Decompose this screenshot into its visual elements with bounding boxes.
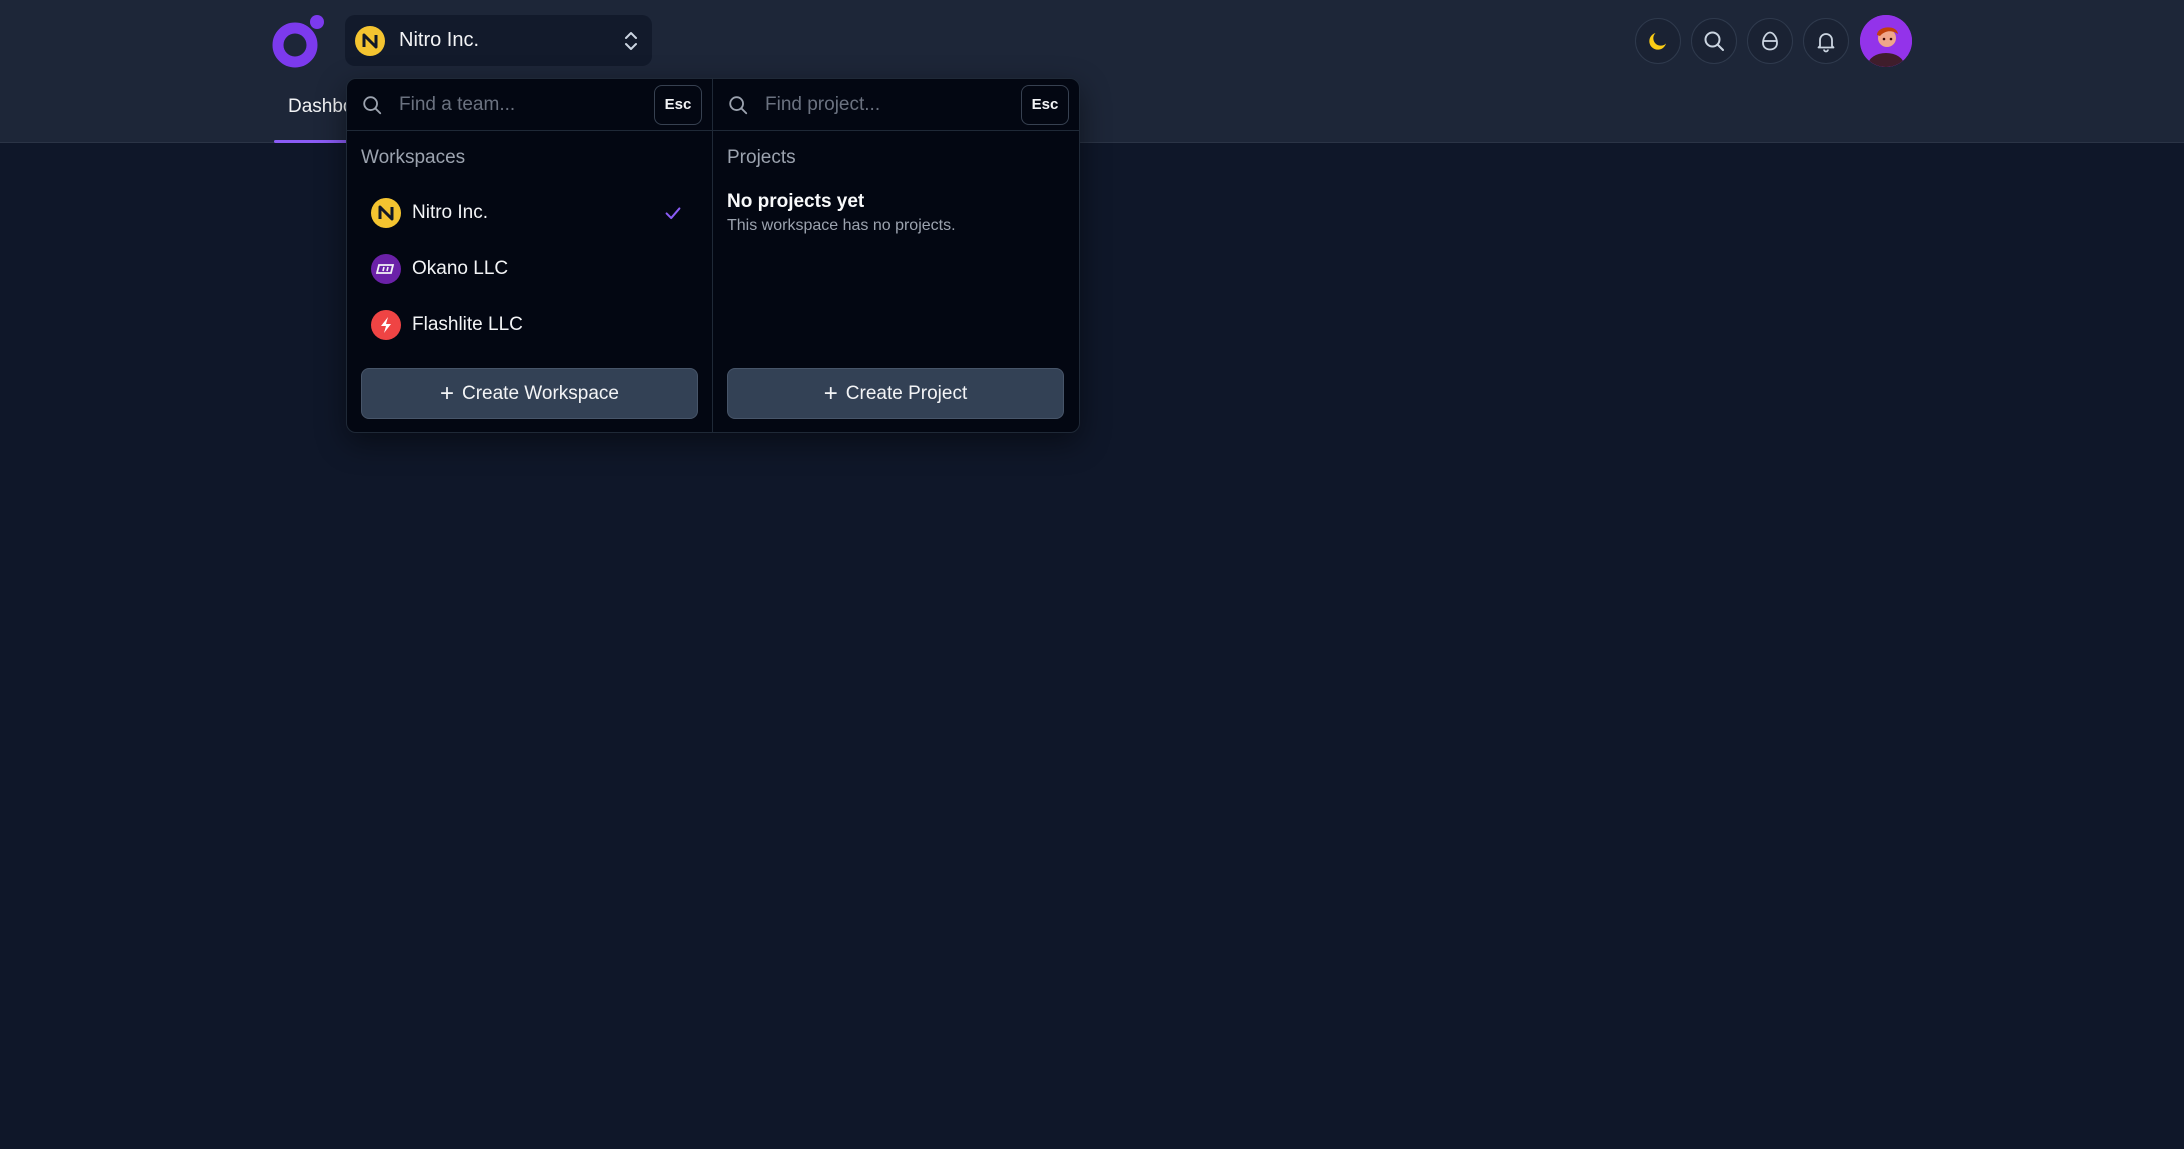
workspace-item-label: Flashlite LLC [412,314,523,335]
workspaces-section-title: Workspaces [361,147,466,168]
workspace-item-label: Nitro Inc. [412,202,489,223]
active-tab-indicator [274,140,354,143]
create-workspace-label: Create Workspace [462,382,619,404]
drop-button[interactable] [1747,18,1793,64]
current-workspace-name: Nitro Inc. [399,29,480,51]
top-bar: Nitro Inc. Dashboard [0,0,2184,143]
team-search-input[interactable] [397,92,654,117]
check-icon [665,207,681,220]
okano-logo-icon [371,254,401,284]
workspace-item-label: Okano LLC [412,258,509,279]
search-icon [1704,31,1724,51]
drop-icon [1762,31,1778,51]
user-avatar[interactable] [1860,15,1912,67]
nitro-logo-icon [355,25,385,56]
lightning-icon [371,310,401,340]
notifications-button[interactable] [1803,18,1849,64]
workspace-switcher-button[interactable]: Nitro Inc. [345,15,652,66]
tab-dashboard-label: Dashboard [288,96,354,117]
create-workspace-button[interactable]: + Create Workspace [361,368,698,419]
tab-dashboard[interactable]: Dashboard [274,96,354,143]
plus-icon: + [439,379,454,407]
project-search-row: Esc [713,79,1079,131]
user-avatar-icon [1860,15,1912,67]
workspace-item-okano[interactable]: Okano LLC [359,246,696,292]
create-project-button[interactable]: + Create Project [727,368,1064,419]
workspace-item-flashlite[interactable]: Flashlite LLC [359,302,696,348]
project-search-input[interactable] [763,92,1021,117]
empty-state-heading: No projects yet [727,191,865,212]
workspaces-panel: Esc Workspaces Nitro Inc. Okano LLC [347,79,713,432]
team-search-row: Esc [347,79,712,131]
search-button[interactable] [1691,18,1737,64]
search-icon [729,95,748,114]
chevron-up-down-icon [625,31,637,50]
create-project-label: Create Project [845,382,968,404]
workspace-project-dropdown: Esc Workspaces Nitro Inc. Okano LLC [346,78,1080,433]
search-icon [363,95,382,114]
nitro-logo-icon [371,198,401,228]
workspace-item-nitro[interactable]: Nitro Inc. [359,190,696,236]
team-search-esc-button[interactable]: Esc [654,84,702,125]
empty-state-description: This workspace has no projects. [727,217,956,234]
app-logo-icon[interactable] [272,14,326,68]
bell-icon [1817,33,1835,53]
project-search-esc-button[interactable]: Esc [1021,84,1069,125]
projects-section-title: Projects [727,147,796,168]
projects-panel: Esc Projects No projects yet This worksp… [713,79,1079,432]
plus-icon: + [823,379,838,407]
theme-toggle-button[interactable] [1635,18,1681,64]
moon-icon [1649,33,1666,50]
